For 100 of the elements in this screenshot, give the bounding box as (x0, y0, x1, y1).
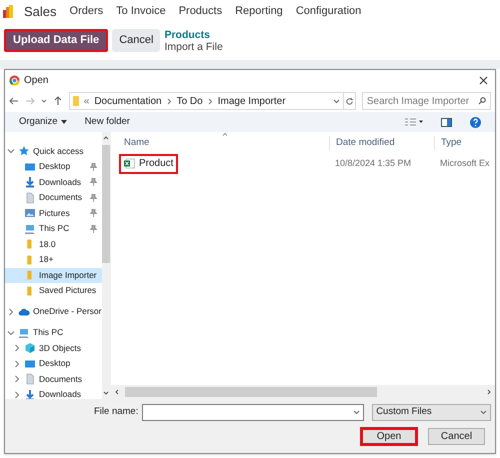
folder-icon (72, 96, 79, 106)
address-overflow-marker[interactable]: « (84, 94, 90, 108)
sidebar-item-label: Image Importer (39, 268, 97, 282)
star-icon (18, 145, 30, 157)
column-header[interactable]: Type (434, 136, 462, 150)
search-field[interactable]: Search Image Importer (362, 92, 492, 110)
sidebar-item[interactable]: Saved Pictures (5, 283, 102, 298)
scrollbar-thumb[interactable] (102, 145, 110, 263)
sidebar-item[interactable]: Downloads (5, 387, 102, 402)
scroll-up-icon[interactable] (103, 135, 110, 141)
nav-menu-item[interactable]: Configuration (296, 3, 362, 20)
nav-menu-item[interactable]: Orders (70, 3, 104, 20)
documents-icon (24, 192, 36, 204)
sidebar-item[interactable]: Downloads (5, 174, 102, 190)
scroll-left-icon[interactable] (114, 389, 120, 395)
sidebar-group[interactable]: Quick access (5, 143, 102, 159)
close-icon[interactable] (479, 76, 488, 84)
sidebar-item-label: 3D Objects (39, 342, 82, 355)
search-icon (478, 97, 486, 105)
up-arrow-icon[interactable] (52, 96, 63, 106)
sidebar-item[interactable]: Documents (5, 372, 102, 387)
file-type-dropdown[interactable]: Custom Files (372, 404, 491, 421)
refresh-button[interactable] (342, 92, 356, 110)
sidebar-item[interactable]: 18.0 (5, 236, 102, 252)
pin-icon (90, 224, 96, 233)
scroll-right-icon[interactable] (486, 389, 492, 395)
sidebar-item-label: Documents (39, 372, 82, 386)
pictures-icon (24, 207, 36, 220)
expand-chevron-icon[interactable] (7, 308, 15, 316)
cancel-button[interactable]: Cancel (428, 428, 485, 445)
cloud-icon (18, 306, 30, 318)
sidebar-item[interactable]: Desktop (5, 159, 102, 174)
sidebar-item[interactable]: 18+ (5, 252, 102, 268)
sidebar-item-label: Documents (39, 191, 82, 204)
sidebar-item-label: Desktop (39, 160, 70, 174)
sidebar-item[interactable]: Pictures (5, 206, 102, 221)
file-name: Product (139, 157, 174, 172)
dropdown-chevron-icon (480, 410, 487, 415)
desktop-icon (24, 160, 36, 173)
horizontal-scrollbar[interactable] (111, 385, 495, 399)
sidebar-item[interactable]: Image Importer (5, 268, 102, 283)
pin-icon (90, 194, 96, 202)
sidebar-group[interactable]: This PC (5, 324, 102, 340)
separator-chevron-icon (166, 98, 172, 104)
pin-icon (90, 162, 96, 171)
sidebar-item-label: 18.0 (39, 238, 56, 251)
scroll-down-icon[interactable] (103, 390, 110, 396)
view-options-icon[interactable] (405, 118, 423, 126)
file-name-input[interactable] (142, 404, 364, 421)
sidebar-item-label: Desktop (39, 357, 70, 370)
app-logo-icon[interactable] (3, 5, 13, 18)
organize-menu[interactable]: Organize (19, 114, 67, 130)
sidebar-item[interactable]: Documents (5, 190, 102, 206)
file-item[interactable]: Product (119, 154, 178, 174)
sidebar-group[interactable]: OneDrive - Persor (5, 304, 102, 320)
pin-icon (90, 178, 96, 186)
cancel-button[interactable]: Cancel (112, 29, 160, 52)
file-type: Microsoft Ex (439, 157, 490, 170)
column-header[interactable]: Name (111, 136, 329, 150)
address-segment[interactable]: To Do (176, 94, 203, 108)
sidebar-group-label: Quick access (33, 144, 84, 158)
address-segment[interactable]: Documentation (94, 94, 162, 108)
preview-pane-icon[interactable] (441, 118, 452, 126)
nav-menu-item[interactable]: To Invoice (116, 3, 166, 20)
column-header[interactable]: Date modified (329, 136, 434, 150)
sidebar-item[interactable]: 3D Objects (5, 340, 102, 356)
sidebar-group-label: OneDrive - Persor (33, 305, 102, 318)
sidebar-item-label: Downloads (39, 388, 82, 402)
spreadsheet-icon (124, 158, 135, 170)
separator-chevron-icon (208, 98, 213, 104)
new-folder-button[interactable]: New folder (84, 114, 130, 130)
sidebar-item-label: 18+ (39, 253, 54, 266)
upload-data-file-button[interactable]: Upload Data File (4, 29, 108, 52)
address-bar[interactable]: « Documentation To Do Image Importer (68, 92, 344, 110)
dialog-title: Open (24, 74, 48, 88)
back-arrow-icon[interactable] (9, 96, 19, 106)
nav-menu-item[interactable]: Reporting (235, 3, 283, 20)
vertical-scrollbar[interactable] (102, 132, 111, 399)
open-button[interactable]: Open (360, 427, 418, 446)
address-segment[interactable]: Image Importer (218, 94, 286, 108)
scrollbar-thumb[interactable] (125, 387, 377, 397)
app-name[interactable]: Sales (24, 2, 57, 22)
downloads-icon (24, 388, 36, 401)
help-icon[interactable] (470, 116, 481, 128)
dropdown-chevron-icon[interactable] (332, 98, 340, 104)
history-chevron-icon[interactable] (40, 98, 47, 104)
refresh-icon (344, 96, 354, 106)
file-date: 10/8/2024 1:35 PM (334, 157, 412, 170)
file-name-label: File name: (94, 405, 138, 420)
dropdown-chevron-icon[interactable] (353, 410, 360, 415)
sidebar-group-label: This PC (33, 326, 64, 339)
breadcrumb-link[interactable]: Products (164, 28, 223, 40)
sidebar-item[interactable]: This PC (5, 221, 102, 236)
cube-icon (24, 342, 36, 354)
expand-chevron-icon[interactable] (7, 147, 15, 155)
caret-icon (60, 120, 67, 124)
desktop-icon (24, 358, 36, 370)
pc-icon (18, 326, 30, 338)
sidebar-item[interactable]: Desktop (5, 356, 102, 372)
nav-menu-item[interactable]: Products (178, 3, 222, 20)
